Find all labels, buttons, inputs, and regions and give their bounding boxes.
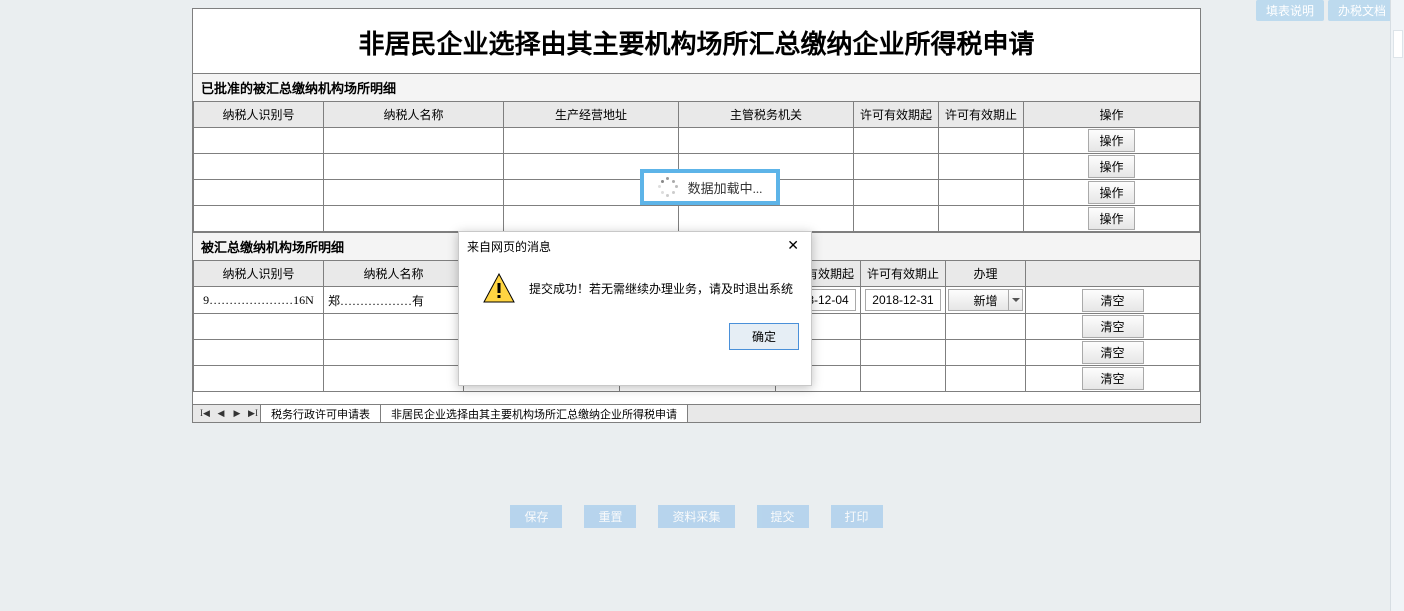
print-button[interactable]: 打印 — [831, 505, 883, 528]
dialog-message: 提交成功！若无需继续办理业务，请及时退出系统 — [529, 280, 793, 297]
col-name: 纳税人名称 — [324, 102, 504, 128]
clear-button[interactable]: 清空 — [1082, 341, 1144, 364]
reset-button[interactable]: 重置 — [584, 505, 636, 528]
col-address: 生产经营地址 — [504, 102, 679, 128]
row-action-button[interactable]: 操作 — [1088, 181, 1134, 204]
clear-button[interactable]: 清空 — [1082, 315, 1144, 338]
col-valid-to: 许可有效期止 — [939, 102, 1024, 128]
sheet-nav-next-icon[interactable]: ▶ — [229, 407, 245, 421]
submit-button[interactable]: 提交 — [757, 505, 809, 528]
add-new-dropdown[interactable]: 新增 — [948, 289, 1023, 311]
col-name: 纳税人名称 — [324, 261, 464, 287]
top-tab-doc[interactable]: 办税文档 — [1328, 0, 1396, 21]
collect-button[interactable]: 资料采集 — [658, 505, 734, 528]
save-button[interactable]: 保存 — [510, 505, 562, 528]
add-new-label: 新增 — [973, 292, 997, 309]
loading-text: 数据加载中... — [688, 178, 763, 197]
col-taxid: 纳税人识别号 — [194, 102, 324, 128]
sheet-tab-permit[interactable]: 税务行政许可申请表 — [260, 405, 381, 422]
sheet-tab-nonresident[interactable]: 非居民企业选择由其主要机构场所汇总缴纳企业所得税申请 — [380, 405, 688, 422]
close-icon[interactable]: ✕ — [783, 238, 803, 255]
col-valid-from: 许可有效期起 — [854, 102, 939, 128]
dialog-title: 来自网页的消息 — [467, 238, 551, 255]
cell-taxid: 9…………………16N — [194, 287, 324, 314]
col-valid-to: 许可有效期止 — [861, 261, 946, 287]
chevron-down-icon[interactable] — [1008, 290, 1022, 310]
right-side-panel — [1390, 0, 1404, 611]
clear-button[interactable]: 清空 — [1082, 289, 1144, 312]
right-side-handle[interactable] — [1393, 30, 1403, 58]
sheet-tab-bar: I◀ ◀ ▶ ▶I 税务行政许可申请表 非居民企业选择由其主要机构场所汇总缴纳企… — [193, 404, 1200, 422]
dialog-ok-button[interactable]: 确定 — [729, 323, 799, 350]
section-approved-header: 已批准的被汇总缴纳机构场所明细 — [193, 73, 1200, 102]
col-authority: 主管税务机关 — [679, 102, 854, 128]
spinner-icon — [658, 177, 678, 197]
col-ops — [1026, 261, 1200, 287]
sheet-nav-last-icon[interactable]: ▶I — [245, 407, 261, 421]
row-action-button[interactable]: 操作 — [1088, 207, 1134, 230]
bottom-toolbar: 保存 重置 资料采集 提交 打印 — [192, 505, 1201, 528]
row-action-button[interactable]: 操作 — [1088, 155, 1134, 178]
table-row: 操作 — [194, 206, 1200, 232]
valid-to-input[interactable] — [865, 289, 941, 311]
warning-icon — [483, 273, 515, 303]
page-title: 非居民企业选择由其主要机构场所汇总缴纳企业所得税申请 — [193, 9, 1200, 73]
cell-name: 郑………………有 — [324, 287, 464, 314]
clear-button[interactable]: 清空 — [1082, 367, 1144, 390]
col-taxid: 纳税人识别号 — [194, 261, 324, 287]
sheet-nav-first-icon[interactable]: I◀ — [197, 407, 213, 421]
row-action-button[interactable]: 操作 — [1088, 129, 1134, 152]
sheet-nav-prev-icon[interactable]: ◀ — [213, 407, 229, 421]
top-tab-guide[interactable]: 填表说明 — [1256, 0, 1324, 21]
approved-table: 纳税人识别号 纳税人名称 生产经营地址 主管税务机关 许可有效期起 许可有效期止… — [193, 102, 1200, 232]
col-action: 操作 — [1024, 102, 1200, 128]
table-row: 操作 — [194, 128, 1200, 154]
col-handle: 办理 — [946, 261, 1026, 287]
loading-overlay: 数据加载中... — [640, 169, 780, 205]
message-dialog: 来自网页的消息 ✕ 提交成功！若无需继续办理业务，请及时退出系统 确定 — [458, 231, 812, 386]
